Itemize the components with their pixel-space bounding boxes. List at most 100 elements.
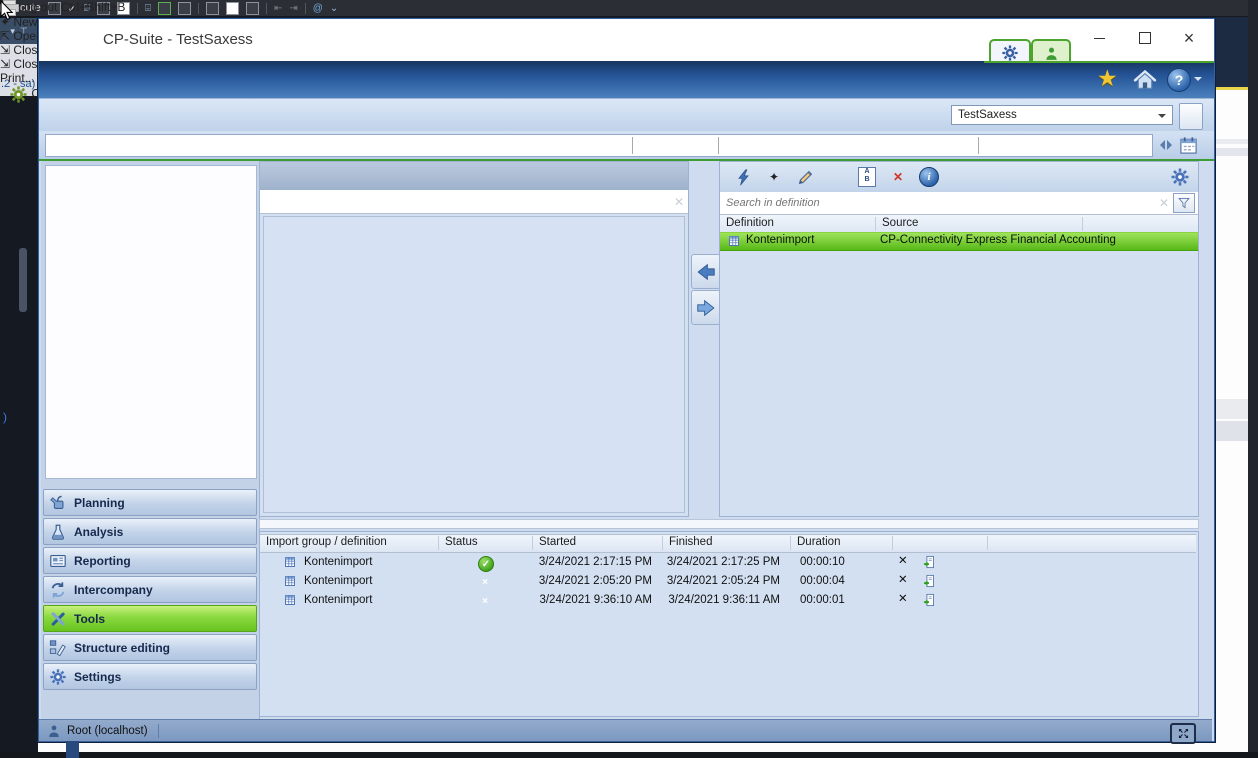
column-header-import-group[interactable]: Import group / definition [260,536,387,550]
green-accent-line [984,61,1214,63]
execute-definition-button[interactable] [732,166,754,188]
clear-search-icon[interactable]: ✕ [1155,196,1173,210]
delete-run-button[interactable]: ✕ [898,553,908,567]
workspace-select[interactable]: TestSaxess [951,105,1173,125]
new-definition-button[interactable]: ✦ [763,166,785,188]
open-log-button[interactable] [922,574,936,588]
sidebar-item-reporting[interactable]: Reporting [43,547,257,574]
move-left-button[interactable] [691,254,721,289]
open-log-button[interactable] [922,555,936,569]
clear-search-icon[interactable]: ✕ [670,195,688,209]
taskbar-fragment [66,741,79,758]
edit-definition-button[interactable] [794,166,816,188]
indent-icon: ⇤ [274,3,282,14]
import-groups-list[interactable] [263,216,685,513]
sidebar-item-settings[interactable]: Settings [43,663,257,690]
filter-button[interactable] [1173,193,1195,213]
toolbar-separator [198,3,199,14]
gear-icon [49,668,67,686]
column-header-blank[interactable] [987,536,994,550]
previous-period-button[interactable] [1155,140,1165,150]
gear-icon [1170,167,1190,187]
column-header-definition[interactable]: Definition [720,217,774,231]
column-header-started[interactable]: Started [532,536,576,550]
sidebar-item-planning[interactable]: Planning [43,489,257,516]
toolbar-icon [178,2,191,15]
maximize-icon [1139,32,1151,44]
sidebar-item-analysis[interactable]: Analysis [43,518,257,545]
definition-table-header: Definition Source [720,214,1198,234]
workspace-selected-value: TestSaxess [958,109,1017,121]
definition-name: Kontenimport [746,234,814,246]
sidebar-item-label: Reporting [74,554,131,568]
period-row [39,131,1214,159]
horizontal-splitter[interactable] [259,519,1199,529]
flask-icon [49,523,67,541]
close-button[interactable]: × [1171,25,1207,51]
run-row[interactable]: Kontenimport ✓ 3/24/2021 2:17:15 PM 3/24… [260,554,1196,573]
column-header-status[interactable]: Status [438,536,478,550]
help-dropdown-caret[interactable] [1194,77,1202,85]
sidebar-item-structure-editing[interactable]: Structure editing [43,634,257,661]
run-row[interactable]: Kontenimport × 3/24/2021 2:05:20 PM 3/24… [260,573,1196,592]
period-divider [632,137,633,154]
import-groups-search-row: ✕ [260,190,688,214]
expand-button[interactable] [1170,723,1196,744]
sidebar-item-label: Analysis [74,525,123,539]
toolbar-icon [246,2,259,15]
next-period-button[interactable] [1167,140,1177,150]
move-right-button[interactable] [691,290,721,325]
toolbar-icon [206,2,219,15]
sidebar-item-intercompany[interactable]: Intercompany [43,576,257,603]
log-document-icon [922,574,936,588]
run-finished: 3/24/2021 9:36:11 AM [662,594,780,606]
delete-run-button[interactable]: ✕ [898,591,908,605]
calendar-icon[interactable] [1179,136,1198,155]
run-name: Kontenimport [304,575,372,587]
skin-settings-button[interactable] [9,87,31,101]
table-grid-icon [284,556,296,568]
toolbar-icon: @ [313,3,323,14]
funnel-icon [1177,196,1191,210]
period-selector-bar[interactable] [45,134,1153,157]
definition-search-input[interactable] [720,196,1155,210]
delete-definition-button[interactable]: ✕ [887,166,909,188]
run-row[interactable]: Kontenimport × 3/24/2021 9:36:10 AM 3/24… [260,592,1196,611]
favorites-star-icon[interactable]: ★ [1097,65,1118,92]
status-error-icon: × [478,575,492,589]
maximize-button[interactable] [1127,25,1163,51]
definition-settings-button[interactable] [1170,167,1190,187]
minimize-button[interactable] [1081,25,1117,51]
structure-pencil-icon [49,639,67,657]
column-header-source[interactable]: Source [875,217,918,231]
log-document-icon [922,593,936,607]
column-header-blank[interactable] [1082,217,1199,231]
background-left-pane [0,17,38,752]
sidebar-item-tools[interactable]: Tools [43,605,257,632]
table-grid-icon [284,575,296,587]
menu-item-log-out[interactable]: Log out Ctrl+Shift+B [0,0,175,15]
column-header-finished[interactable]: Finished [662,536,712,550]
tools-icon [49,610,67,628]
column-header-duration[interactable]: Duration [790,536,840,550]
module-tree-panel[interactable] [45,165,257,479]
menu-item-label: Log out [17,0,57,14]
rename-definition-button[interactable]: AB [856,166,878,188]
copy-definition-button[interactable] [825,166,847,188]
toolbar-icon [226,2,239,15]
status-error-icon: × [478,594,492,608]
workspace-document-button[interactable] [1179,103,1203,130]
column-header-actions[interactable] [892,536,899,550]
home-button[interactable] [1133,68,1157,92]
open-log-button[interactable] [922,593,936,607]
help-button[interactable]: ? [1167,68,1191,92]
delete-run-button[interactable]: ✕ [898,572,908,586]
status-separator [158,724,159,738]
connection-label: Root (localhost) [67,725,148,737]
screen-right-edge [1248,0,1258,758]
close-document-icon: ⇲ [0,43,10,57]
runs-table-header: Import group / definition Status Started… [260,534,1196,553]
definition-info-button[interactable]: i [918,166,940,188]
import-groups-search-input[interactable] [260,192,670,212]
definition-row-selected[interactable]: Kontenimport CP-Connectivity Express Fin… [720,232,1198,251]
